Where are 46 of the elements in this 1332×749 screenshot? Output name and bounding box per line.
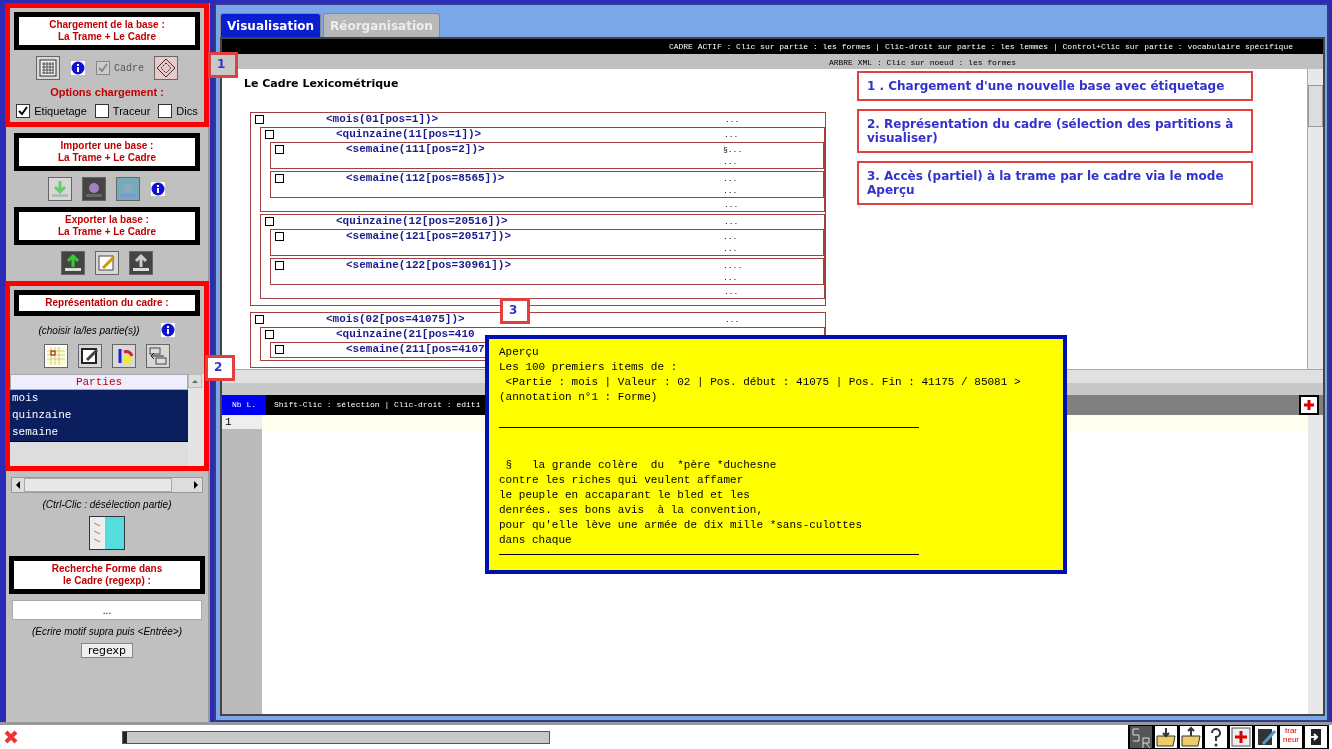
ellipsis-text: ... [723, 157, 739, 166]
popup-text: le peuple en accaparant le bled et les [499, 488, 750, 503]
list-header: Parties [10, 374, 188, 390]
ellipsis-text: §... [723, 144, 744, 154]
marker-label: 3 [500, 298, 530, 324]
ellipsis-text: ... [724, 287, 740, 296]
section-header: Chargement de la base : La Trame + Le Cadre [14, 12, 200, 50]
popup-text: denrées. ses bons avis à la convention, [499, 503, 764, 518]
callout-box: 3. Accès (partiel) à la trame par le cadre via le mode Aperçu [857, 161, 1253, 205]
callout-box: 2. Représentation du cadre (sélection des partitions à visualiser) [857, 109, 1253, 153]
section-header: Importer une base : La Trame + Le Cadre [14, 133, 200, 171]
ellipsis-text: ... [725, 314, 741, 324]
options-title: Options chargement : [50, 86, 164, 98]
callout-box: 1 . Chargement d'une nouvelle base avec étiquetage [857, 71, 1253, 101]
checkbox-label: Traceur [112, 105, 151, 117]
popup-text: contre les riches qui veulent affamer [499, 473, 744, 488]
ellipsis-text: ... [723, 173, 739, 183]
popup-text: <Partie : mois | Valeur : 02 | Pos. début : 41075 | Pos. Fin : 41175 / 85081 > [504, 375, 1021, 390]
ellipsis-text: ... [724, 129, 740, 139]
info-bar: CADRE ACTIF : Clic sur partie : les formes | Clic-droit sur partie : les lemmes | Control+Clic sur partie : vocabulaire spécifique [222, 39, 1323, 54]
popup-text: Les 100 premiers items de : [499, 360, 678, 375]
popup-text: Aperçu [499, 345, 539, 360]
popup-text: dans chaque [499, 533, 572, 548]
ellipsis-text: ... [723, 231, 739, 241]
ellipsis-text: ... [724, 200, 740, 209]
section-header: Représentation du cadre : [14, 290, 200, 316]
column-header: Nb L. [222, 395, 266, 415]
section-header: Exporter la base : La Trame + Le Cadre [14, 207, 200, 245]
ellipsis-text: ... [723, 186, 739, 195]
hint-text: (Ecrire motif supra puis <Entrée>) [31, 626, 183, 637]
ellipsis-text: ... [723, 273, 739, 282]
ellipsis-text: ... [723, 244, 739, 253]
tree-title: Le Cadre Lexicométrique [244, 77, 400, 90]
section-header: Recherche Forme dans le Cadre (regexp) : [9, 556, 205, 594]
hint-text: (Ctrl-Clic : désélection partie) [42, 499, 172, 510]
hint-text: (choisir la/les partie(s)) [38, 324, 140, 336]
ellipsis-text: ... [725, 114, 741, 124]
checkbox-label: Dics [176, 105, 198, 117]
checkbox-label: Etiquetage [34, 105, 87, 117]
popup-text: pour qu'elle lève une armée de dix mille *sans-culottes [499, 518, 863, 533]
checkbox-label: Cadre [114, 62, 144, 74]
ellipsis-text: ... [724, 216, 740, 226]
line-number: 1 [222, 415, 262, 429]
popup-text: § la grande colère du *père *duchesne [504, 458, 777, 473]
marker-label: 2 [205, 355, 235, 381]
ellipsis-text: .... [723, 260, 744, 270]
